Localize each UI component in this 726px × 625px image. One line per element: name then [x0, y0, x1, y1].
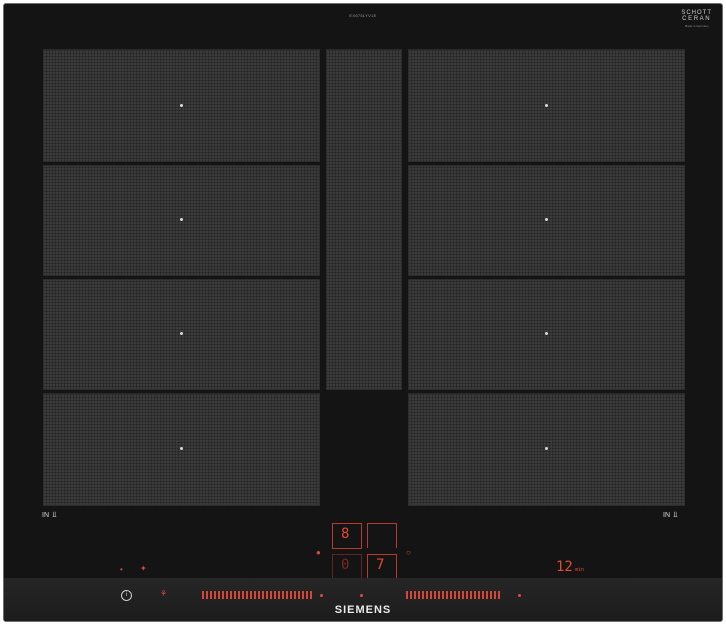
cooking-zone-right-2[interactable] [408, 165, 685, 276]
timer-unit: min [575, 567, 585, 573]
cooking-zone-center[interactable] [326, 49, 402, 390]
zone-label-right-text: IN [663, 512, 670, 519]
left-power-slider[interactable] [202, 591, 314, 599]
power-icon[interactable]: ○ [406, 548, 411, 557]
left-slider-dot [320, 594, 323, 597]
info-icon[interactable]: i [121, 590, 132, 601]
right-slider-dot [518, 594, 521, 597]
schott-subtext: Made in Germany [684, 24, 709, 28]
zone-center-dot [180, 332, 183, 335]
lock-icon[interactable]: ● [316, 548, 321, 557]
model-number: EX675LYV1E [349, 13, 377, 18]
ceran-text: CERAN [682, 16, 712, 22]
boost-icon[interactable]: ✦ [140, 564, 147, 573]
center-slider-dot [360, 594, 363, 597]
cooking-zone-left-3[interactable] [43, 279, 320, 390]
zone-center-dot [180, 218, 183, 221]
zone-center-dot [180, 104, 183, 107]
cooking-zone-left-4[interactable] [43, 393, 320, 506]
flex-zone-icon: ⫫ [673, 510, 678, 519]
cooking-zone-right-4[interactable] [408, 393, 685, 506]
fan-icon[interactable]: ⚘ [160, 589, 167, 598]
schott-ceran-logo: SCHOTT CERAN Made in Germany [681, 10, 712, 28]
power-display-box[interactable] [367, 523, 397, 548]
zone-label-left-text: IN [42, 512, 49, 519]
timer-readout: 12 [556, 559, 573, 575]
zone-center-dot [545, 218, 548, 221]
cooking-zone-right-3[interactable] [408, 279, 685, 390]
flex-zone-icon: ⫫ [52, 510, 57, 519]
left-indicator-icon[interactable]: • [120, 565, 123, 574]
cooking-zone-right-1[interactable] [408, 49, 685, 162]
timer-digit: 8 [341, 526, 350, 542]
zone-center-dot [545, 332, 548, 335]
zone-label-left: IN ⫫ [42, 510, 57, 520]
left-zone-digit: 0 [341, 557, 350, 573]
zone-center-dot [180, 447, 183, 450]
zone-label-right: IN ⫫ [663, 510, 678, 520]
right-power-slider[interactable] [406, 591, 502, 599]
cooking-zone-left-2[interactable] [43, 165, 320, 276]
cooktop-panel: EX675LYV1E SCHOTT CERAN Made in Germany … [3, 3, 723, 622]
zone-center-dot [545, 104, 548, 107]
zone-center-dot [545, 447, 548, 450]
cooking-zone-left-1[interactable] [43, 49, 320, 162]
right-zone-digit: 7 [376, 557, 385, 573]
siemens-logo: SIEMENS [334, 604, 392, 616]
